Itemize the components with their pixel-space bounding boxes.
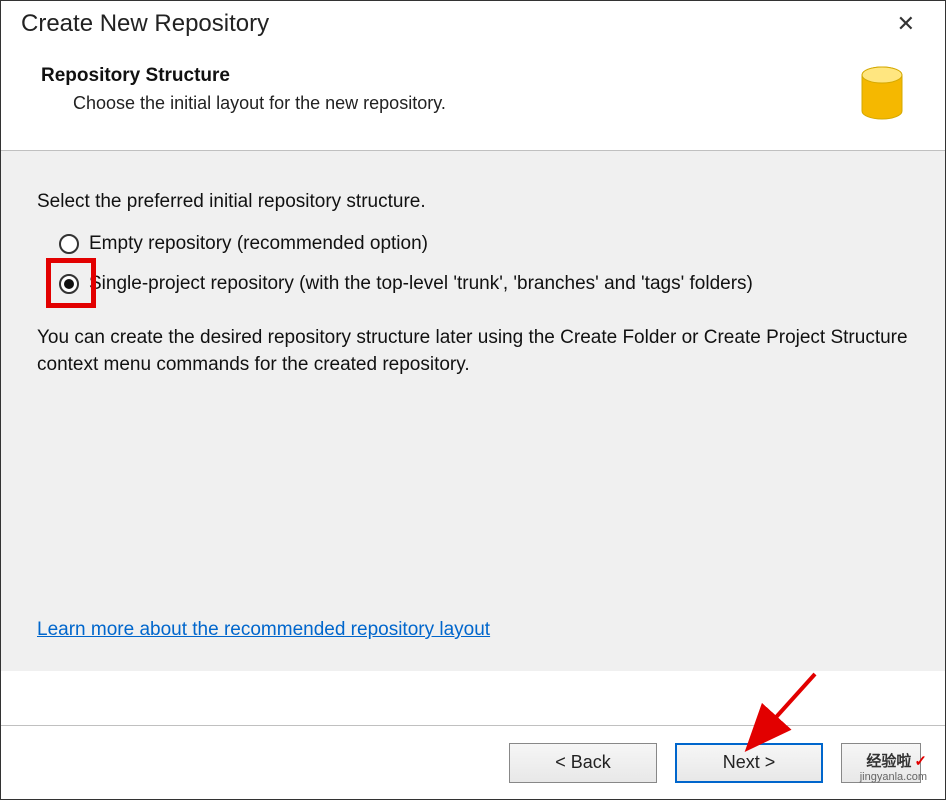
radio-group: Empty repository (recommended option) Si… xyxy=(59,233,909,295)
close-icon[interactable]: ✕ xyxy=(887,9,925,39)
page-subtitle: Choose the initial layout for the new re… xyxy=(73,93,859,114)
watermark-url: jingyanla.com xyxy=(860,771,927,783)
radio-option-empty[interactable]: Empty repository (recommended option) xyxy=(59,233,909,255)
radio-icon xyxy=(59,234,79,254)
button-bar: < Back Next > xyxy=(1,725,945,799)
watermark: 经验啦✓ jingyanla.com xyxy=(860,754,927,783)
next-button[interactable]: Next > xyxy=(675,743,823,783)
info-text: You can create the desired repository st… xyxy=(37,325,909,378)
header-section: Repository Structure Choose the initial … xyxy=(1,43,945,151)
main-content: Select the preferred initial repository … xyxy=(1,151,945,671)
radio-icon xyxy=(59,274,79,294)
title-bar: Create New Repository ✕ xyxy=(1,1,945,43)
radio-option-single[interactable]: Single-project repository (with the top-… xyxy=(59,273,909,295)
window-title: Create New Repository xyxy=(21,10,269,38)
watermark-title: 经验啦 xyxy=(866,753,911,770)
database-icon xyxy=(859,65,917,126)
checkmark-icon: ✓ xyxy=(914,753,927,770)
page-title: Repository Structure xyxy=(41,65,859,87)
radio-label-single: Single-project repository (with the top-… xyxy=(89,273,753,295)
back-button[interactable]: < Back xyxy=(509,743,657,783)
radio-label-empty: Empty repository (recommended option) xyxy=(89,233,428,255)
learn-more-link[interactable]: Learn more about the recommended reposit… xyxy=(37,619,490,641)
prompt-text: Select the preferred initial repository … xyxy=(37,191,909,213)
